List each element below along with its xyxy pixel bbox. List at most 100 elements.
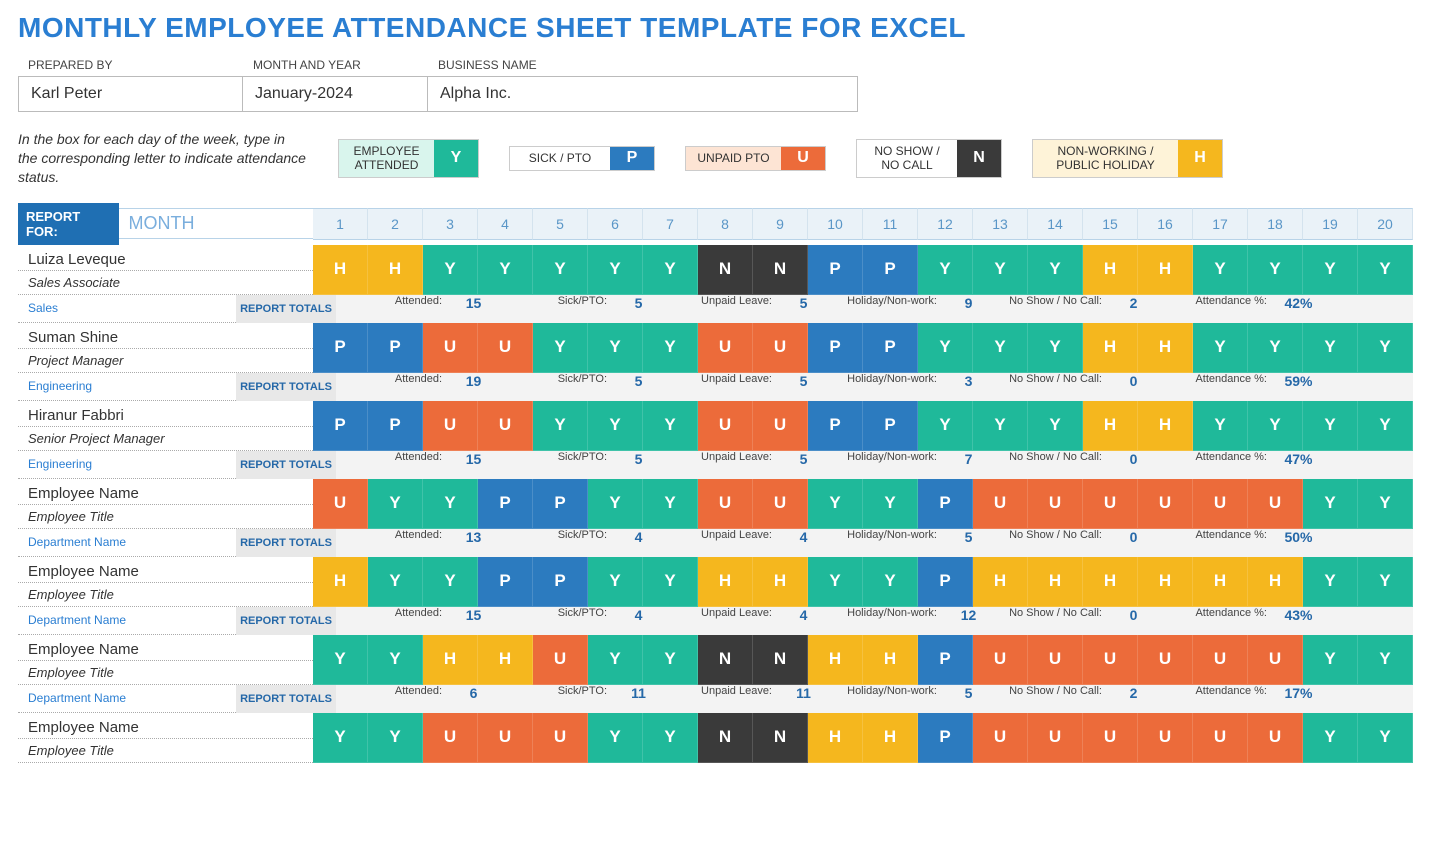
attendance-cell[interactable]: Y bbox=[368, 635, 423, 685]
attendance-cell[interactable]: Y bbox=[533, 401, 588, 451]
employee-department[interactable]: Department Name bbox=[18, 529, 236, 557]
employee-title[interactable]: Sales Associate bbox=[18, 271, 313, 295]
attendance-cell[interactable]: Y bbox=[1358, 401, 1413, 451]
attendance-cell[interactable]: H bbox=[423, 635, 478, 685]
attendance-cell[interactable]: Y bbox=[1248, 323, 1303, 373]
attendance-cell[interactable]: P bbox=[918, 635, 973, 685]
attendance-cell[interactable]: P bbox=[808, 401, 863, 451]
employee-name[interactable]: Employee Name bbox=[18, 479, 313, 505]
attendance-cell[interactable]: Y bbox=[368, 713, 423, 763]
attendance-cell[interactable]: Y bbox=[643, 557, 698, 607]
attendance-cell[interactable]: Y bbox=[588, 635, 643, 685]
attendance-cell[interactable]: U bbox=[698, 479, 753, 529]
attendance-cell[interactable]: U bbox=[1083, 479, 1138, 529]
attendance-cell[interactable]: P bbox=[533, 557, 588, 607]
month-year-value[interactable]: January-2024 bbox=[243, 76, 428, 112]
attendance-cell[interactable]: Y bbox=[1303, 557, 1358, 607]
attendance-cell[interactable]: Y bbox=[1358, 479, 1413, 529]
attendance-cell[interactable]: H bbox=[753, 557, 808, 607]
employee-title[interactable]: Employee Title bbox=[18, 583, 313, 607]
attendance-cell[interactable]: U bbox=[753, 479, 808, 529]
attendance-cell[interactable]: N bbox=[753, 713, 808, 763]
attendance-cell[interactable]: Y bbox=[588, 323, 643, 373]
attendance-cell[interactable]: U bbox=[1138, 713, 1193, 763]
attendance-cell[interactable]: Y bbox=[313, 635, 368, 685]
attendance-cell[interactable]: U bbox=[1248, 479, 1303, 529]
employee-name[interactable]: Luiza Leveque bbox=[18, 245, 313, 271]
attendance-cell[interactable]: U bbox=[1138, 635, 1193, 685]
attendance-cell[interactable]: P bbox=[478, 479, 533, 529]
attendance-cell[interactable]: Y bbox=[808, 557, 863, 607]
attendance-cell[interactable]: U bbox=[753, 401, 808, 451]
attendance-cell[interactable]: P bbox=[533, 479, 588, 529]
attendance-cell[interactable]: Y bbox=[1358, 557, 1413, 607]
attendance-cell[interactable]: H bbox=[1193, 557, 1248, 607]
attendance-cell[interactable]: N bbox=[698, 713, 753, 763]
attendance-cell[interactable]: U bbox=[1193, 635, 1248, 685]
employee-name[interactable]: Employee Name bbox=[18, 557, 313, 583]
attendance-cell[interactable]: N bbox=[753, 245, 808, 295]
employee-name[interactable]: Suman Shine bbox=[18, 323, 313, 349]
attendance-cell[interactable]: Y bbox=[588, 557, 643, 607]
attendance-cell[interactable]: U bbox=[973, 479, 1028, 529]
attendance-cell[interactable]: P bbox=[863, 401, 918, 451]
attendance-cell[interactable]: Y bbox=[1193, 323, 1248, 373]
employee-department[interactable]: Engineering bbox=[18, 373, 236, 401]
attendance-cell[interactable]: Y bbox=[643, 401, 698, 451]
attendance-cell[interactable]: Y bbox=[1028, 323, 1083, 373]
attendance-cell[interactable]: U bbox=[973, 713, 1028, 763]
attendance-cell[interactable]: Y bbox=[973, 245, 1028, 295]
employee-title[interactable]: Employee Title bbox=[18, 505, 313, 529]
attendance-cell[interactable]: Y bbox=[1358, 323, 1413, 373]
attendance-cell[interactable]: Y bbox=[478, 245, 533, 295]
attendance-cell[interactable]: Y bbox=[1193, 245, 1248, 295]
attendance-cell[interactable]: Y bbox=[643, 713, 698, 763]
attendance-cell[interactable]: Y bbox=[533, 245, 588, 295]
attendance-cell[interactable]: H bbox=[863, 635, 918, 685]
attendance-cell[interactable]: Y bbox=[1303, 713, 1358, 763]
attendance-cell[interactable]: U bbox=[698, 323, 753, 373]
prepared-by-value[interactable]: Karl Peter bbox=[18, 76, 243, 112]
attendance-cell[interactable]: Y bbox=[423, 479, 478, 529]
employee-name[interactable]: Employee Name bbox=[18, 713, 313, 739]
attendance-cell[interactable]: Y bbox=[1028, 245, 1083, 295]
employee-title[interactable]: Employee Title bbox=[18, 739, 313, 763]
employee-department[interactable]: Engineering bbox=[18, 451, 236, 479]
attendance-cell[interactable]: U bbox=[423, 323, 478, 373]
attendance-cell[interactable]: P bbox=[918, 479, 973, 529]
employee-name[interactable]: Employee Name bbox=[18, 635, 313, 661]
attendance-cell[interactable]: Y bbox=[588, 479, 643, 529]
attendance-cell[interactable]: Y bbox=[918, 245, 973, 295]
attendance-cell[interactable]: U bbox=[423, 401, 478, 451]
attendance-cell[interactable]: P bbox=[863, 323, 918, 373]
attendance-cell[interactable]: H bbox=[313, 557, 368, 607]
attendance-cell[interactable]: P bbox=[918, 713, 973, 763]
attendance-cell[interactable]: H bbox=[1083, 557, 1138, 607]
attendance-cell[interactable]: Y bbox=[1303, 479, 1358, 529]
attendance-cell[interactable]: Y bbox=[973, 323, 1028, 373]
attendance-cell[interactable]: Y bbox=[973, 401, 1028, 451]
attendance-cell[interactable]: H bbox=[1138, 323, 1193, 373]
attendance-cell[interactable]: H bbox=[1083, 401, 1138, 451]
attendance-cell[interactable]: Y bbox=[423, 245, 478, 295]
attendance-cell[interactable]: H bbox=[1248, 557, 1303, 607]
attendance-cell[interactable]: U bbox=[1138, 479, 1193, 529]
attendance-cell[interactable]: P bbox=[368, 401, 423, 451]
attendance-cell[interactable]: Y bbox=[643, 323, 698, 373]
attendance-cell[interactable]: H bbox=[368, 245, 423, 295]
attendance-cell[interactable]: U bbox=[423, 713, 478, 763]
employee-department[interactable]: Department Name bbox=[18, 607, 236, 635]
attendance-cell[interactable]: P bbox=[808, 245, 863, 295]
attendance-cell[interactable]: H bbox=[1028, 557, 1083, 607]
attendance-cell[interactable]: U bbox=[313, 479, 368, 529]
employee-name[interactable]: Hiranur Fabbri bbox=[18, 401, 313, 427]
attendance-cell[interactable]: Y bbox=[1028, 401, 1083, 451]
attendance-cell[interactable]: U bbox=[478, 713, 533, 763]
attendance-cell[interactable]: P bbox=[808, 323, 863, 373]
employee-title[interactable]: Senior Project Manager bbox=[18, 427, 313, 451]
attendance-cell[interactable]: H bbox=[698, 557, 753, 607]
attendance-cell[interactable]: P bbox=[313, 323, 368, 373]
attendance-cell[interactable]: U bbox=[1028, 713, 1083, 763]
attendance-cell[interactable]: Y bbox=[918, 323, 973, 373]
attendance-cell[interactable]: N bbox=[753, 635, 808, 685]
